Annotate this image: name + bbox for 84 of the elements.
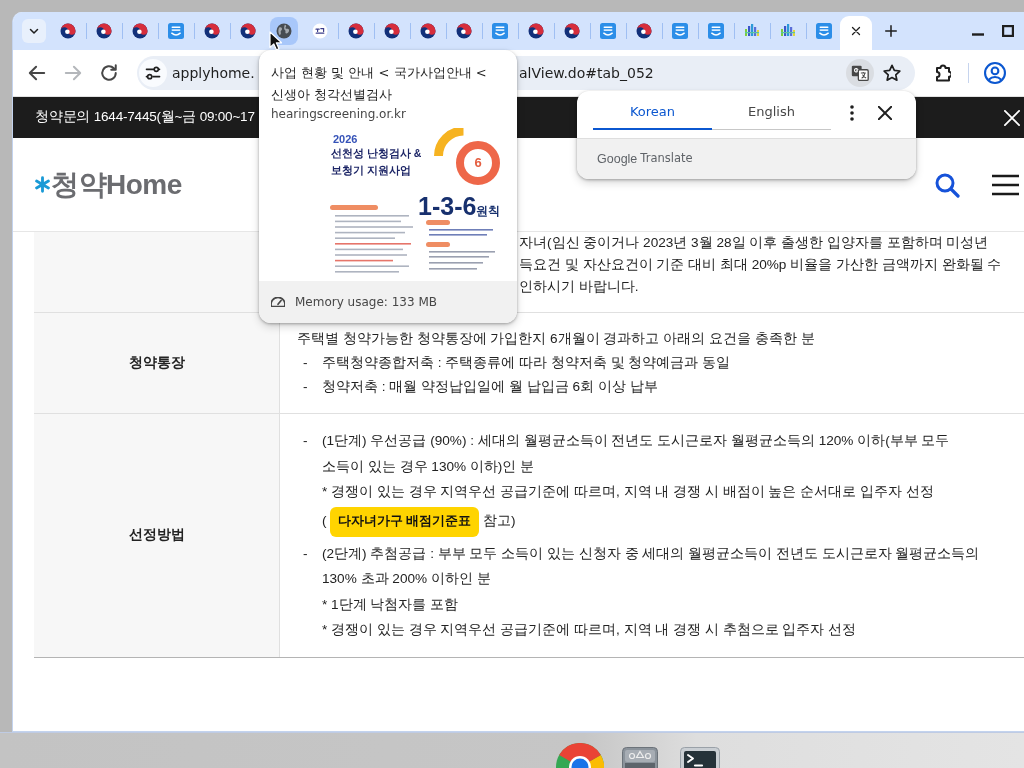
taegeuk-icon xyxy=(60,23,76,39)
close-icon xyxy=(878,106,892,120)
notice-text: 청약문의 1644-7445(월~금 09:00~17 xyxy=(35,108,255,127)
translate-icon xyxy=(851,64,869,82)
url-text: alView.do#tab_052 xyxy=(519,64,654,82)
row-header-cell: 청약통장 xyxy=(34,313,280,413)
taegeuk-icon xyxy=(96,23,112,39)
note-text: * 1단계 낙첨자를 포함 xyxy=(321,595,460,614)
language-tab[interactable]: Korean xyxy=(593,91,712,130)
plus-icon xyxy=(884,24,898,38)
globe-icon xyxy=(276,23,292,39)
taegeuk-icon xyxy=(420,23,436,39)
app-logo-icon xyxy=(672,23,688,39)
more-vertical-icon xyxy=(850,105,854,121)
note-text: ( xyxy=(322,512,327,531)
note-text: 참고) xyxy=(483,512,516,531)
bullet-text: 청약저축 : 매월 약정납입일에 월 납입금 6회 이상 납부 xyxy=(322,378,658,396)
domain-text: hearingscreening.or.kr xyxy=(270,106,407,122)
round-logo-icon xyxy=(312,23,328,39)
score-table-button[interactable]: 다자녀가구 배점기준표 xyxy=(329,506,479,537)
bullet-text: (2단계) 추첨공급 : 부부 모두 소득이 있는 신청자 중 세대의 월평균소득이 전년도 도시근로자 월평균소득의 130% 초과 200% 이하인 분 xyxy=(322,544,980,588)
bullet-text: (1단계) 우선공급 (90%) : 세대의 월평균소득이 전년도 도시근로자 월평균소득의 120% 이하(부부 모두 소득이 있는 경우 130% 이하)인 분 xyxy=(322,432,950,476)
bullet-marker: - xyxy=(302,432,309,450)
translate-label: Translate xyxy=(640,150,693,168)
url-text: applyhome. xyxy=(172,64,255,82)
paragraph-line: 자녀(임신 중이거나 2023년 3월 28일 이후 출생한 입양자를 포함하며 미성년 xyxy=(519,234,990,252)
reload-icon xyxy=(100,64,118,82)
profile-icon xyxy=(984,62,1006,84)
gauge-icon xyxy=(271,297,285,307)
year-text: 2026 xyxy=(333,133,358,145)
menu-button[interactable] xyxy=(990,172,1020,197)
terminal-icon[interactable] xyxy=(680,747,720,768)
puzzle-icon xyxy=(933,64,951,82)
arrow-right-icon xyxy=(64,64,82,82)
note-text: * 경쟁이 있는 경우 지역우선 공급기준에 따르며, 지역 내 경쟁 시 추첨으로 입주자 선정 xyxy=(321,621,858,639)
language-tab[interactable]: English xyxy=(712,91,831,130)
close-icon xyxy=(1004,109,1020,126)
bullet-marker: - xyxy=(302,354,309,372)
google-logo-text: Google xyxy=(597,150,638,168)
note-text: * 경쟁이 있는 경우 지역우선 공급기준에 따르며, 지역 내 경쟁 시 배점이 높은 순서대로 입주자 선정 xyxy=(321,483,935,501)
taegeuk-icon xyxy=(384,23,400,39)
number-badge: 6 xyxy=(456,141,500,185)
tab-search-button[interactable] xyxy=(22,19,46,43)
menu-icon xyxy=(990,173,1020,196)
taegeuk-icon xyxy=(636,23,652,39)
memory-usage-text: Memory usage: 133 MB xyxy=(295,294,437,311)
app-logo-icon xyxy=(492,23,508,39)
arrow-left-icon xyxy=(28,64,46,82)
bullet-text: 주택청약종합저축 : 주택종류에 따라 청약저축 및 청약예금과 동일 xyxy=(322,354,731,372)
star-icon xyxy=(883,64,901,82)
paragraph-line: 인하시기 바랍니다. xyxy=(519,278,640,296)
tune-icon xyxy=(145,66,161,80)
taegeuk-icon xyxy=(348,23,364,39)
taegeuk-icon xyxy=(132,23,148,39)
taegeuk-icon xyxy=(240,23,256,39)
asterisk-icon xyxy=(35,176,50,193)
app-logo-icon xyxy=(600,23,616,39)
app-logo-icon xyxy=(816,23,832,39)
translate-button[interactable] xyxy=(846,59,874,87)
paragraph-line: 득요건 및 자산요건이 기준 대비 최대 20%p 비율을 가산한 금액까지 완화될 수 xyxy=(519,256,1003,274)
app-logo-icon xyxy=(708,23,724,39)
bar-logo-icon xyxy=(744,23,760,39)
maximize-icon xyxy=(1002,25,1014,37)
paragraph-text: 주택별 청약가능한 청약통장에 가입한지 6개월이 경과하고 아래의 요건을 충족한 분 xyxy=(297,330,816,348)
site-info-button[interactable] xyxy=(139,59,167,87)
search-icon xyxy=(934,171,960,198)
app-icon[interactable] xyxy=(622,747,658,768)
bullet-marker: - xyxy=(302,378,309,396)
close-button[interactable] xyxy=(1004,109,1020,126)
poster-title: 선천성 난청검사 & 보청기 지원사업 xyxy=(331,146,422,178)
bar-logo-icon xyxy=(780,23,796,39)
taegeuk-icon xyxy=(564,23,580,39)
bullet-marker: - xyxy=(302,544,309,563)
close-icon[interactable] xyxy=(850,25,862,37)
motto-suffix: 원칙 xyxy=(476,204,501,218)
taegeuk-icon xyxy=(204,23,220,39)
minimize-icon xyxy=(972,33,984,36)
taegeuk-icon xyxy=(528,23,544,39)
app-logo-icon xyxy=(168,23,184,39)
chrome-logo-icon[interactable] xyxy=(556,743,604,768)
taegeuk-icon xyxy=(456,23,472,39)
motto-number: 1-3-6 xyxy=(418,193,477,219)
row-header-cell: 선정방법 xyxy=(34,414,280,657)
site-logo[interactable]: 청약Home xyxy=(51,167,182,202)
